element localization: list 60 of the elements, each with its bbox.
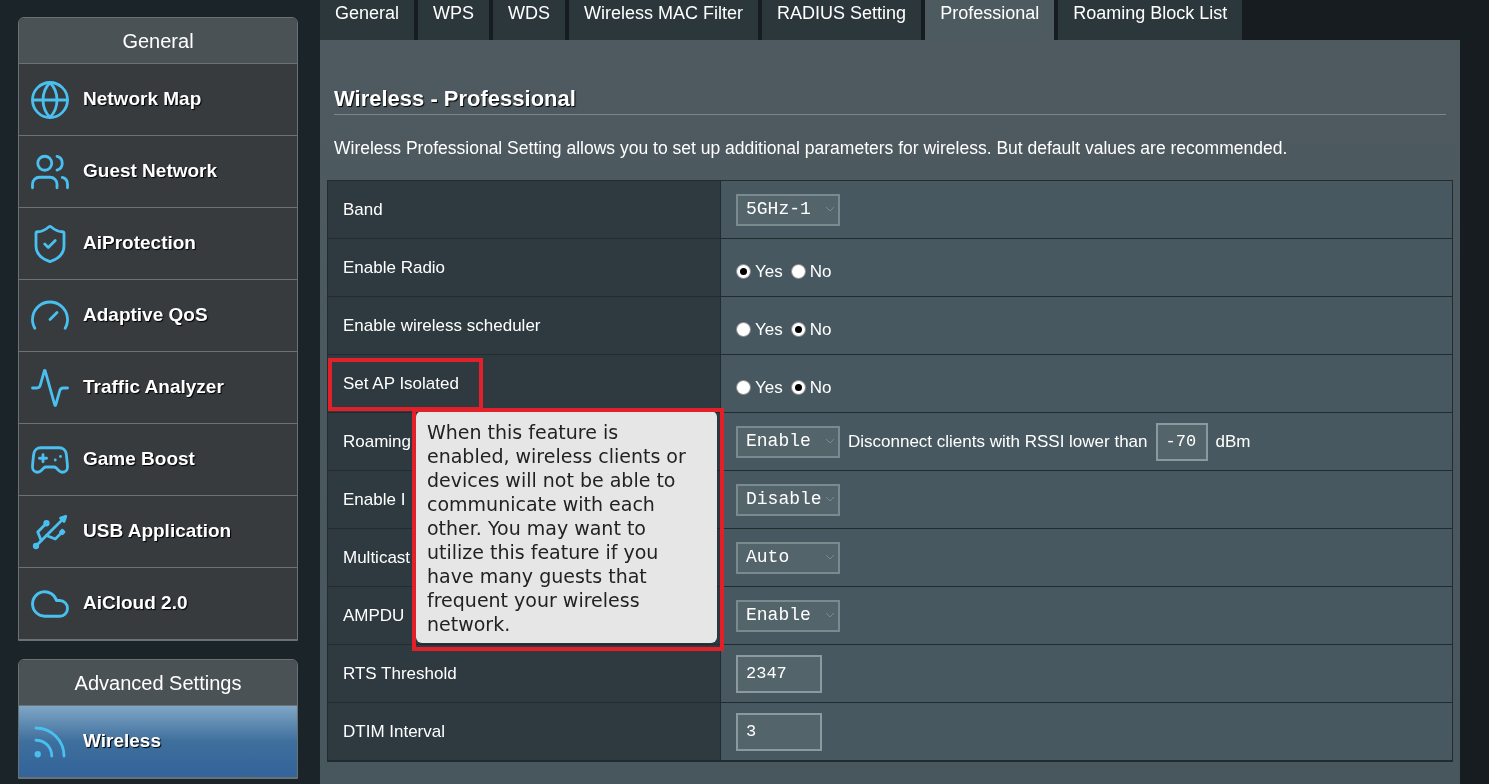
section-header: General [19, 18, 297, 64]
dropdown[interactable]: Disable [736, 483, 840, 516]
dropdown[interactable]: Enable [736, 599, 840, 632]
chevron-icon [826, 613, 834, 619]
setting-label: Enable wireless scheduler [343, 315, 541, 337]
radio-button[interactable] [790, 380, 806, 396]
radio-label: Yes [755, 261, 783, 283]
radio-label: Yes [755, 377, 783, 399]
dropdown[interactable]: Enable [736, 425, 840, 458]
sidebar-item[interactable]: Wireless [19, 706, 297, 778]
sidebar-item[interactable]: Game Boost [19, 424, 297, 496]
setting-label: RTS Threshold [343, 663, 457, 685]
input-field[interactable]: 3 [736, 712, 822, 751]
setting-label: Enable Radio [343, 257, 446, 279]
setting-label: Enable I [343, 489, 406, 511]
setting-label: DTIM Interval [343, 721, 446, 743]
rssi-label: Disconnect clients with RSSI lower than [848, 431, 1148, 453]
setting-label: AMPDU [343, 605, 405, 627]
sidebar-item[interactable]: Traffic Analyzer [19, 352, 297, 424]
sidebar-item[interactable]: AiProtection [19, 208, 297, 280]
tab[interactable]: Roaming Block List [1058, 0, 1243, 40]
tab[interactable]: Wireless MAC Filter [569, 0, 759, 40]
unit-label: dBm [1215, 431, 1251, 453]
sidebar-item[interactable]: Network Map [19, 64, 297, 136]
sidebar-item[interactable]: Guest Network [19, 136, 297, 208]
tab[interactable]: General [320, 0, 415, 40]
radio-button[interactable] [736, 322, 751, 338]
tab[interactable]: WPS [418, 0, 490, 40]
setting-label: Band [343, 199, 383, 221]
tab[interactable]: Professional [925, 0, 1055, 40]
radio-button[interactable] [790, 264, 806, 280]
radio-button[interactable] [736, 264, 751, 280]
chevron-icon [826, 555, 834, 561]
globe-icon [29, 78, 71, 121]
radio-label: No [809, 377, 832, 399]
chevron-icon [826, 439, 834, 445]
radio-label: Yes [755, 319, 783, 341]
dropdown[interactable]: Auto [736, 541, 840, 574]
radio-label: No [809, 319, 832, 341]
dropdown[interactable]: 5GHz-1 [736, 193, 840, 226]
sidebar-item[interactable]: Adaptive QoS [19, 280, 297, 352]
chevron-icon [826, 497, 834, 503]
tooltip: When this feature is enabled, wireless clients or devices will not be able to communicate with each other. You may want to utilize this feature if you have many guests that frequent your wireless network. [416, 411, 717, 643]
sidebar-item[interactable]: AiCloud 2.0 [19, 568, 297, 640]
sidebar-item[interactable]: USB Application [19, 496, 297, 568]
tab[interactable]: RADIUS Setting [762, 0, 922, 40]
page-description: Wireless Professional Setting allows you to set up additional parameters for wireless. But default values are recommended. [334, 137, 1289, 160]
page-title: Wireless - Professional [334, 85, 577, 113]
pulse-icon [29, 366, 71, 409]
radio-button[interactable] [790, 322, 806, 338]
radio-button[interactable] [736, 380, 751, 396]
setting-label: Multicast [343, 547, 411, 569]
section-header: Advanced Settings [19, 660, 297, 706]
radio-label: No [809, 261, 832, 283]
input-field[interactable]: 2347 [736, 654, 822, 693]
chevron-icon [826, 207, 834, 213]
input-field[interactable]: -70 [1155, 422, 1208, 461]
setting-label: Set AP Isolated [343, 373, 459, 395]
setting-label: Roaming [343, 431, 412, 453]
tab[interactable]: WDS [493, 0, 566, 40]
